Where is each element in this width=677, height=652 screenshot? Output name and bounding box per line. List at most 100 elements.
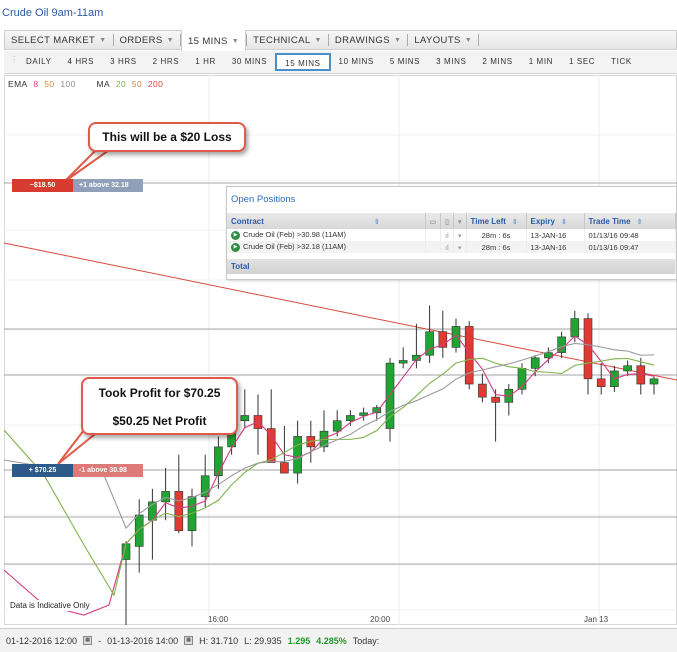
positions-table: Contract ⇕ ▭ ▯ ▾ Time Left ⇕ Expiry ⇕ Trade…: [227, 213, 676, 274]
candle-body: [636, 365, 646, 385]
timeframe-15-mins[interactable]: 15 MINS: [275, 53, 331, 71]
menu-layouts[interactable]: LAYOUTS ▼: [408, 31, 478, 49]
legend-ema-label: EMA: [8, 79, 28, 89]
candle-body: [398, 360, 408, 364]
candle-body: [464, 326, 474, 385]
col-trade-time[interactable]: Trade Time ⇕: [584, 213, 676, 229]
change-value: 1.295: [287, 635, 311, 646]
candle-body: [570, 318, 580, 338]
change-percent: 4.285%: [316, 635, 347, 646]
stop-order-amount: −$18.50: [12, 179, 73, 192]
open-positions-title: Open Positions: [227, 187, 676, 213]
chevron-down-icon[interactable]: ▾: [458, 245, 462, 252]
col-icon-1: ▭: [425, 213, 442, 229]
menu-label: ORDERS: [119, 34, 163, 46]
legend-ma-20: 20: [115, 79, 127, 89]
loss-callout-text: This will be a $20 Loss: [102, 130, 232, 144]
candle-body: [174, 491, 184, 532]
col-icon-2: ▯: [440, 213, 454, 229]
timeframe-30-mins[interactable]: 30 MINS: [224, 53, 275, 71]
profit-callout: Took Profit for $70.25 $50.25 Net Profit: [81, 377, 238, 435]
stop-order-tag[interactable]: −$18.50 +1 above 32.18: [12, 179, 143, 192]
timeframe-10-mins[interactable]: 10 MINS: [331, 53, 382, 71]
total-row: Total: [227, 259, 676, 274]
menu-label: LAYOUTS: [414, 34, 461, 46]
timeframe-1-min[interactable]: 1 MIN: [521, 53, 561, 71]
chevron-down-icon: ▼: [166, 36, 174, 44]
chevron-down-icon: ▼: [314, 36, 322, 44]
today-label: Today:: [352, 635, 380, 646]
timeframe-3-mins[interactable]: 3 MINS: [428, 53, 474, 71]
stop-order-detail: +1 above 32.18: [73, 179, 143, 192]
menu-label: TECHNICAL: [253, 34, 311, 46]
candle-body: [134, 514, 144, 547]
sort-icon[interactable]: ⇕: [374, 219, 380, 226]
range-from: 01-12-2016 12:00: [6, 635, 78, 646]
sort-icon[interactable]: ⇕: [512, 219, 518, 226]
chevron-down-icon[interactable]: ▾: [458, 233, 462, 240]
menu-technical[interactable]: TECHNICAL ▼: [247, 31, 328, 49]
table-row[interactable]: ▶ Crude Oil (Feb) >30.98 (11AM) ıl ▾ 28m :…: [227, 229, 676, 241]
menu-label: SELECT MARKET: [11, 34, 96, 46]
legend-ma-label: MA: [96, 79, 111, 89]
sort-icon[interactable]: ⇕: [637, 219, 643, 226]
legend-ma-50: 50: [131, 79, 143, 89]
grip-icon[interactable]: ⋮: [10, 55, 18, 69]
limit-order-amount: + $70.25: [12, 464, 73, 477]
candle-body: [530, 357, 540, 369]
timeframe-1-sec[interactable]: 1 SEC: [561, 53, 603, 71]
menu-drawings[interactable]: DRAWINGS ▼: [329, 31, 407, 49]
candle-body: [332, 420, 342, 432]
timeframe-5-mins[interactable]: 5 MINS: [382, 53, 428, 71]
limit-order-tag[interactable]: + $70.25 -1 above 30.98: [12, 464, 143, 477]
x-axis-label: 20:00: [370, 615, 391, 624]
timeframe-2-hrs[interactable]: 2 HRS: [145, 53, 188, 71]
timeframe-4-hrs[interactable]: 4 HRS: [60, 53, 103, 71]
calendar-icon[interactable]: ▦: [184, 636, 194, 645]
col-icon-3: ▾: [453, 213, 467, 229]
window-title: Crude Oil 9am-11am: [2, 7, 104, 19]
table-row[interactable]: ▶ Crude Oil (Feb) >32.18 (11AM) ıl ▾ 28m :…: [227, 241, 676, 253]
candle-body: [266, 428, 276, 463]
timeframe-3-hrs[interactable]: 3 HRS: [102, 53, 145, 71]
candle-body: [623, 365, 632, 372]
play-icon[interactable]: ▶: [231, 242, 240, 252]
calendar-icon[interactable]: ▦: [83, 636, 93, 645]
chevron-down-icon: ▼: [231, 37, 240, 45]
status-bar: 01-12-2016 12:00 ▦ - 01-13-2016 14:00 ▦ …: [0, 628, 677, 652]
candle-body: [346, 415, 355, 422]
candle-body: [293, 436, 302, 474]
col-time-left[interactable]: Time Left ⇕: [466, 213, 527, 229]
indicator-legend: EMA 8 50 100 MA 20 50 200: [8, 79, 166, 89]
timeframe-2-mins[interactable]: 2 MINS: [474, 53, 520, 71]
legend-ma-200: 200: [147, 79, 164, 89]
range-to: 01-13-2016 14:00: [107, 635, 179, 646]
col-contract[interactable]: Contract ⇕: [227, 213, 426, 229]
open-positions-panel: Open Positions Contract ⇕ ▭ ▯ ▾ Time Left…: [226, 186, 677, 280]
menu-orders[interactable]: ORDERS ▼: [114, 31, 180, 49]
timeframe-1-hr[interactable]: 1 HR: [187, 53, 224, 71]
candle-body: [478, 383, 487, 398]
col-expiry[interactable]: Expiry ⇕: [526, 213, 585, 229]
play-icon[interactable]: ▶: [231, 230, 240, 240]
candle-body: [385, 362, 395, 429]
menu-select-market[interactable]: SELECT MARKET ▼: [5, 31, 113, 49]
candle-body: [649, 378, 659, 385]
timeframe-tick[interactable]: TICK: [603, 53, 640, 71]
bars-icon: ıl: [445, 244, 449, 252]
legend-ema-100: 100: [60, 79, 76, 89]
profit-callout-line1: Took Profit for $70.25: [98, 386, 221, 400]
loss-callout: This will be a $20 Loss: [88, 122, 246, 152]
chevron-down-icon: ▼: [464, 36, 473, 44]
sort-icon[interactable]: ⇕: [561, 219, 567, 226]
menu-bar: SELECT MARKET ▼ ORDERS ▼ 15 MINS ▼ TECHNICAL ▼ D…: [4, 30, 677, 52]
profit-callout-line2: $50.25 Net Profit: [112, 414, 207, 428]
menu-label: 15 MINS: [187, 35, 228, 47]
timeframe-daily[interactable]: DAILY: [18, 53, 60, 71]
x-axis-label: 16:00: [208, 615, 229, 624]
candle-body: [161, 491, 170, 503]
limit-order-detail: -1 above 30.98: [73, 464, 143, 477]
menu-15-mins[interactable]: 15 MINS ▼: [180, 30, 247, 52]
chevron-down-icon: ▼: [393, 36, 402, 44]
x-axis-label: Jan 13: [584, 615, 609, 624]
